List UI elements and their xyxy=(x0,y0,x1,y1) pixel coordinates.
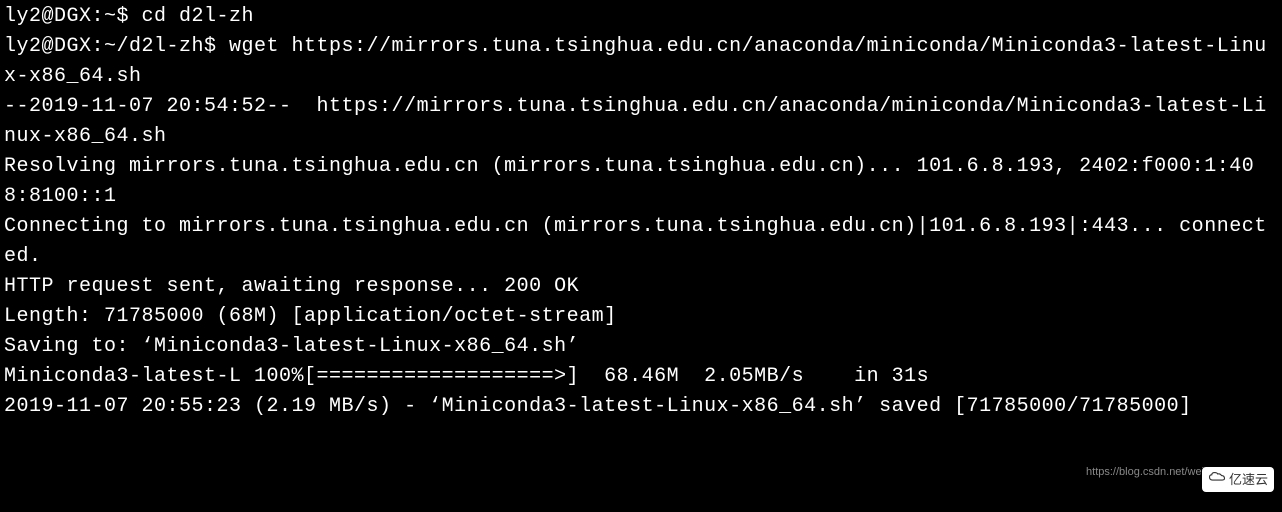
terminal-line: Saving to: ‘Miniconda3-latest-Linux-x86_… xyxy=(4,332,1278,362)
terminal-line: Connecting to mirrors.tuna.tsinghua.edu.… xyxy=(4,212,1278,272)
terminal-line: Length: 71785000 (68M) [application/octe… xyxy=(4,302,1278,332)
terminal-line: Resolving mirrors.tuna.tsinghua.edu.cn (… xyxy=(4,152,1278,212)
logo-text: 亿速云 xyxy=(1229,470,1268,490)
terminal-line: 2019-11-07 20:55:23 (2.19 MB/s) - ‘Minic… xyxy=(4,392,1278,422)
terminal-line: ly2@DGX:~/d2l-zh$ wget https://mirrors.t… xyxy=(4,32,1278,92)
terminal-line: --2019-11-07 20:54:52-- https://mirrors.… xyxy=(4,92,1278,152)
cloud-icon xyxy=(1208,470,1226,490)
logo-badge: 亿速云 xyxy=(1202,467,1274,493)
terminal-line: Miniconda3-latest-L 100%[===============… xyxy=(4,362,1278,392)
terminal-line: ly2@DGX:~$ cd d2l-zh xyxy=(4,2,1278,32)
watermark-text: https://blog.csdn.net/weixi xyxy=(1086,464,1212,481)
terminal-output: ly2@DGX:~$ cd d2l-zh ly2@DGX:~/d2l-zh$ w… xyxy=(4,2,1278,422)
terminal-line: HTTP request sent, awaiting response... … xyxy=(4,272,1278,302)
